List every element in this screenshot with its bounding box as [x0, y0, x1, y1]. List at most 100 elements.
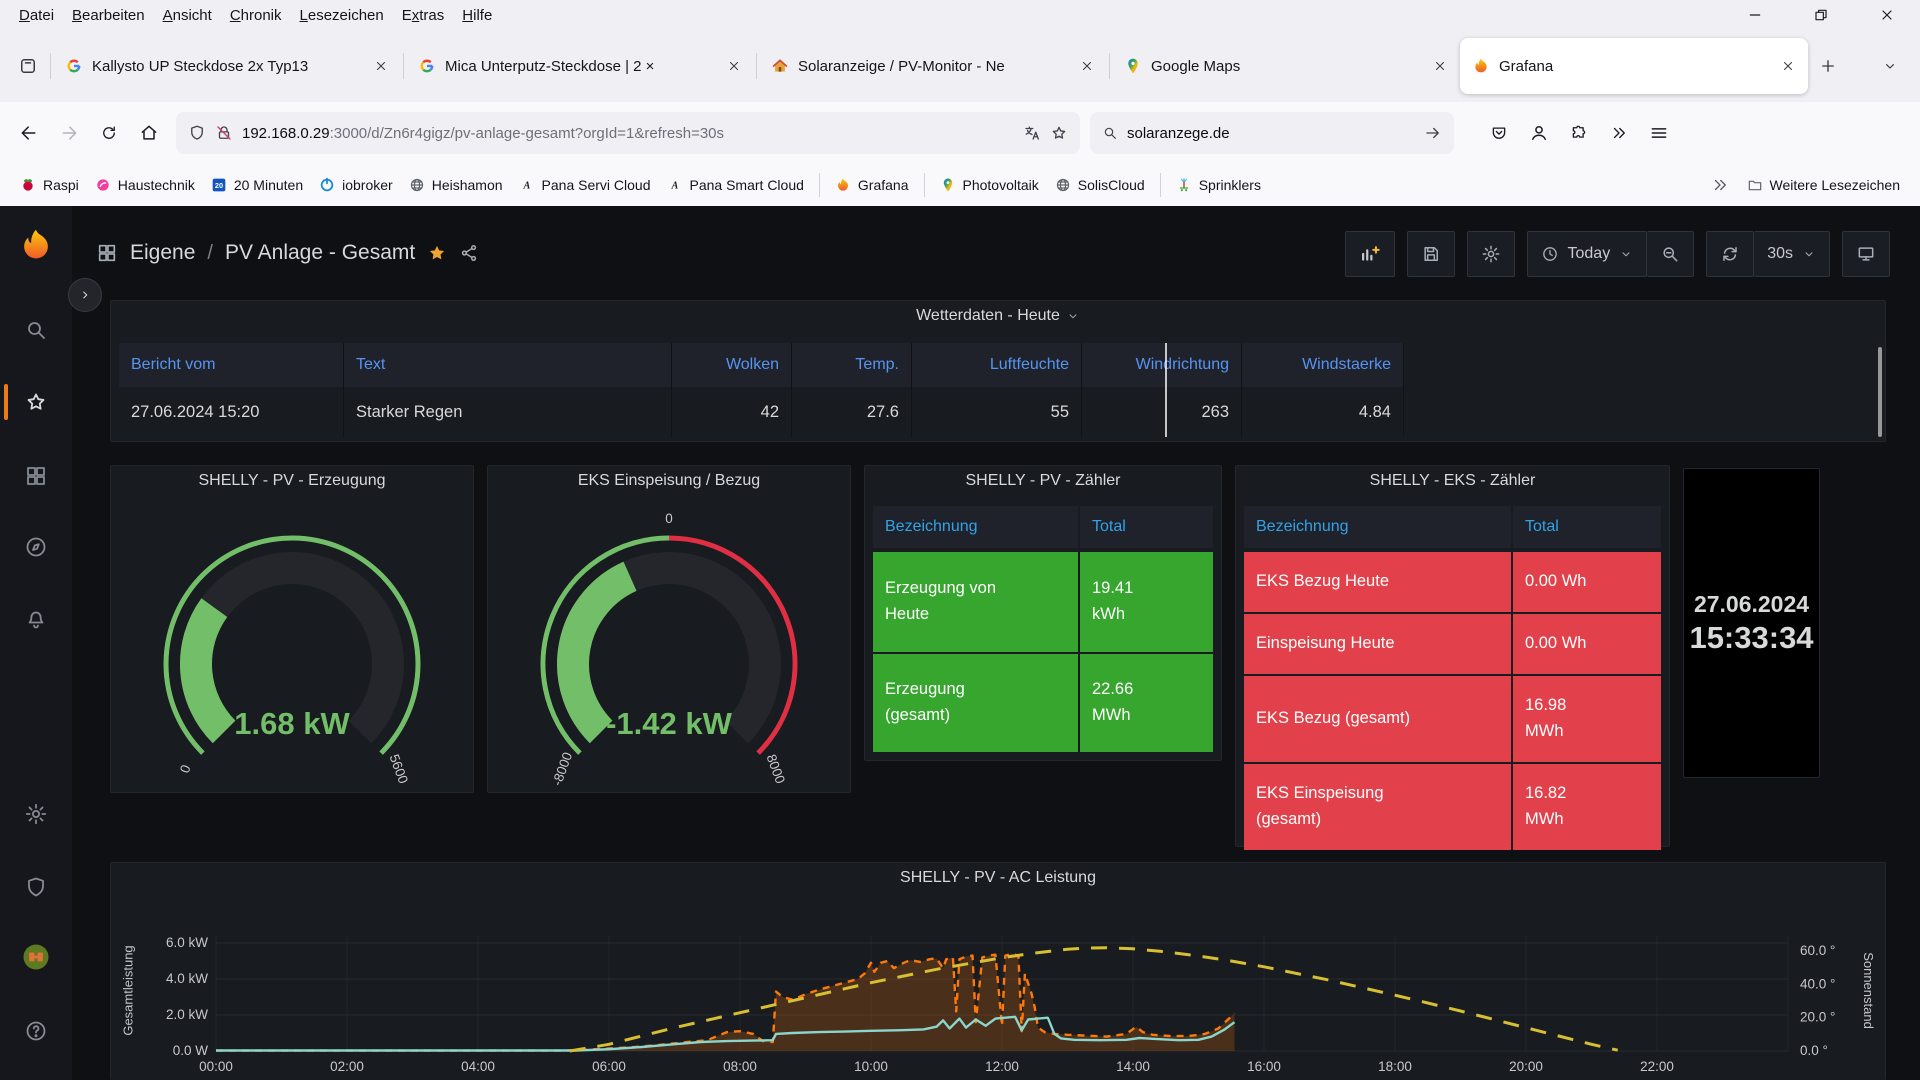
search-input-value[interactable]: solaranzege.de [1127, 125, 1415, 142]
gauge-eks-title[interactable]: EKS Einspeisung / Bezug [488, 472, 850, 490]
bookmarks-overflow-icon[interactable] [1711, 176, 1729, 194]
tab-google-maps[interactable]: Google Maps [1112, 38, 1460, 94]
more-bookmarks-folder[interactable]: Weitere Lesezeichen [1739, 173, 1908, 197]
sidebar-explore[interactable] [0, 525, 72, 569]
weather-column-luftfeuchte[interactable]: Luftfeuchte [912, 343, 1082, 387]
bookmark-raspi[interactable]: Raspi [12, 173, 87, 197]
eks-meter-title[interactable]: SHELLY - EKS - Zähler [1236, 472, 1669, 490]
bookmark-pana-servi-cloud[interactable]: APana Servi Cloud [511, 173, 659, 197]
svg-text:08:00: 08:00 [723, 1059, 757, 1074]
panel-menu-caret-icon[interactable] [1066, 309, 1080, 323]
meter-column-total[interactable]: Total [1513, 506, 1661, 548]
weather-column-temp[interactable]: Temp. [792, 343, 912, 387]
menu-item-bearbeiten[interactable]: Bearbeiten [63, 4, 154, 27]
close-tab-icon[interactable] [1075, 54, 1099, 78]
window-close-button[interactable] [1854, 0, 1920, 30]
favorite-star-icon[interactable] [427, 243, 447, 263]
bookmark-photovoltaik[interactable]: Photovoltaik [932, 173, 1047, 197]
weather-column-wolken[interactable]: Wolken [672, 343, 792, 387]
tracking-shield-icon[interactable] [188, 124, 206, 142]
menu-item-datei[interactable]: Datei [10, 4, 63, 27]
bookmark-soliscloud[interactable]: SolisCloud [1047, 173, 1153, 197]
go-arrow-icon[interactable] [1424, 124, 1442, 142]
close-tab-icon[interactable] [1428, 54, 1452, 78]
toolbar-overflow-button[interactable] [1600, 114, 1638, 152]
bookmark-pana-smart-cloud[interactable]: APana Smart Cloud [659, 173, 812, 197]
close-tab-icon[interactable] [1776, 54, 1800, 78]
menu-item-hilfe[interactable]: Hilfe [453, 4, 501, 27]
bookmark-20-minuten[interactable]: 2020 Minuten [203, 173, 311, 197]
add-panel-button[interactable] [1345, 231, 1395, 277]
tab-solaranzeige-pv-monitor-ne[interactable]: Solaranzeige / PV-Monitor - Ne [759, 38, 1107, 94]
ac-power-chart[interactable]: 00:0002:0004:0006:0008:0010:0012:0014:00… [111, 863, 1885, 1079]
meter-column-bezeichnung[interactable]: Bezeichnung [1244, 506, 1511, 548]
back-button[interactable] [10, 114, 48, 152]
sidebar-alerting[interactable] [0, 598, 72, 642]
bookmark-grafana[interactable]: Grafana [827, 173, 917, 197]
url-bar[interactable]: 192.168.0.29:3000/d/Zn6r4gigz/pv-anlage-… [176, 112, 1080, 154]
kiosk-mode-button[interactable] [1842, 231, 1890, 277]
meter-column-total[interactable]: Total [1080, 506, 1213, 548]
sidebar-dashboards[interactable] [0, 454, 72, 498]
window-restore-button[interactable] [1788, 0, 1854, 30]
save-dashboard-button[interactable] [1407, 231, 1455, 277]
sidebar-grafana-logo[interactable] [0, 223, 72, 267]
zoom-out-time-button[interactable] [1647, 231, 1694, 277]
pv-meter-title[interactable]: SHELLY - PV - Zähler [865, 472, 1221, 490]
home-button[interactable] [130, 114, 168, 152]
svg-text:A: A [522, 180, 530, 191]
menu-item-lesezeichen[interactable]: Lesezeichen [291, 4, 393, 27]
translate-icon[interactable] [1023, 124, 1041, 142]
firefox-view-button[interactable] [8, 46, 48, 86]
sidebar-configuration[interactable] [0, 792, 72, 836]
tab-grafana[interactable]: Grafana [1460, 38, 1808, 94]
page-title[interactable]: PV Anlage - Gesamt [225, 241, 415, 265]
insecure-lock-icon[interactable] [215, 124, 233, 142]
sidebar-search[interactable] [0, 308, 72, 352]
sidebar-expand-button[interactable] [68, 278, 102, 312]
weather-column-text[interactable]: Text [344, 343, 672, 387]
bookmark-haustechnik[interactable]: Haustechnik [87, 173, 203, 197]
bookmark-iobroker[interactable]: iobroker [311, 173, 401, 197]
weather-column-windrichtung[interactable]: Windrichtung [1082, 343, 1242, 387]
menu-item-ansicht[interactable]: Ansicht [154, 4, 221, 27]
reload-button[interactable] [90, 114, 128, 152]
sidebar-server-admin[interactable] [0, 865, 72, 909]
dashboard-settings-button[interactable] [1467, 231, 1515, 277]
app-menu-button[interactable] [1640, 114, 1678, 152]
sidebar-user-profile[interactable] [0, 935, 72, 979]
sidebar-help[interactable] [0, 1009, 72, 1053]
bookmarks-toolbar: RaspiHaustechnik2020 MinuteniobrokerHeis… [0, 164, 1920, 205]
window-minimize-button[interactable] [1722, 0, 1788, 30]
weather-column-windstaerke[interactable]: Windstaerke [1242, 343, 1404, 387]
forward-button[interactable] [50, 114, 88, 152]
pocket-button[interactable] [1480, 114, 1518, 152]
tab-kallysto-up-steckdose-2x-typ13[interactable]: Kallysto UP Steckdose 2x Typ13 [53, 38, 401, 94]
panel-scrollbar-thumb[interactable] [1878, 347, 1882, 437]
list-all-tabs-button[interactable] [1870, 46, 1910, 86]
share-icon[interactable] [459, 243, 479, 263]
refresh-interval-picker[interactable]: 30s [1754, 231, 1830, 277]
tab-mica-unterputz-steckdose-2[interactable]: Mica Unterputz-Steckdose | 2 × [406, 38, 754, 94]
bookmark-star-icon[interactable] [1050, 124, 1068, 142]
meter-row-value: 16.82MWh [1513, 764, 1661, 850]
gauge-pv-title[interactable]: SHELLY - PV - Erzeugung [111, 472, 473, 490]
refresh-dashboard-button[interactable] [1706, 231, 1754, 277]
close-tab-icon[interactable] [722, 54, 746, 78]
weather-panel-title[interactable]: Wetterdaten - Heute [111, 307, 1885, 325]
bookmark-sprinklers[interactable]: Sprinklers [1168, 173, 1269, 197]
breadcrumb-folder[interactable]: Eigene [130, 241, 195, 265]
close-tab-icon[interactable] [369, 54, 393, 78]
meter-column-bezeichnung[interactable]: Bezeichnung [873, 506, 1078, 548]
weather-column-bericht-vom[interactable]: Bericht vom [119, 343, 344, 387]
menu-item-chronik[interactable]: Chronik [221, 4, 291, 27]
bookmark-heishamon[interactable]: Heishamon [401, 173, 511, 197]
account-button[interactable] [1520, 114, 1558, 152]
bookmark-label: SolisCloud [1078, 177, 1145, 193]
extensions-button[interactable] [1560, 114, 1598, 152]
search-bar[interactable]: solaranzege.de [1090, 112, 1454, 154]
menu-item-extras[interactable]: Extras [393, 4, 454, 27]
time-range-picker[interactable]: Today [1527, 231, 1648, 277]
sidebar-starred[interactable] [0, 380, 72, 424]
new-tab-button[interactable] [1808, 46, 1848, 86]
